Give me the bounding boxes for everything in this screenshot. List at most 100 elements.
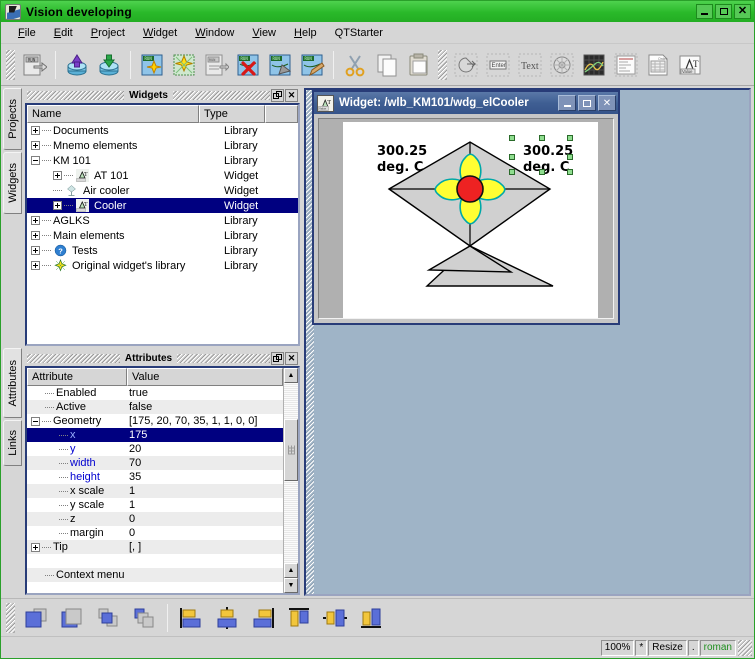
attribute-value[interactable]: 20: [127, 443, 283, 455]
save-to-db-icon[interactable]: [94, 50, 124, 80]
delete-widget-icon[interactable]: RUN: [233, 50, 263, 80]
new-project-icon[interactable]: RUN: [19, 50, 49, 80]
document-element-icon[interactable]: Order: [643, 50, 673, 80]
status-font[interactable]: roman: [700, 640, 736, 656]
temperature-label-right[interactable]: 300.25 deg. C: [523, 144, 573, 177]
tree-expander[interactable]: [31, 246, 40, 255]
scroll-thumb[interactable]: [284, 419, 298, 481]
tree-row[interactable]: DocumentsLibrary: [27, 123, 298, 138]
align-bottom-icon[interactable]: [354, 603, 388, 633]
column-header-attribute[interactable]: Attribute: [27, 368, 127, 386]
align-right-icon[interactable]: [246, 603, 280, 633]
attribute-row[interactable]: x scale1: [27, 484, 283, 498]
undock-button[interactable]: [271, 352, 284, 365]
sidebar-item-widgets[interactable]: Widgets: [3, 152, 22, 214]
attribute-value[interactable]: [, ]: [127, 541, 283, 553]
close-button[interactable]: ✕: [734, 4, 751, 19]
maximize-button[interactable]: [715, 4, 732, 19]
bring-to-front-icon[interactable]: [19, 603, 53, 633]
tree-row[interactable]: Original widget's libraryLibrary: [27, 258, 298, 273]
copy-icon[interactable]: [372, 50, 402, 80]
shape-elfigure-icon[interactable]: [451, 50, 481, 80]
menu-window[interactable]: Window: [186, 25, 243, 41]
close-button[interactable]: ✕: [285, 89, 298, 102]
resize-handle-n[interactable]: [539, 135, 545, 141]
attribute-row[interactable]: [27, 554, 283, 568]
attribute-row[interactable]: y scale1: [27, 498, 283, 512]
protocol-element-icon[interactable]: [611, 50, 641, 80]
library-properties-icon[interactable]: RUN: [201, 50, 231, 80]
attribute-row[interactable]: margin0: [27, 526, 283, 540]
resize-grip-icon[interactable]: [738, 640, 752, 656]
menu-edit[interactable]: Edit: [45, 25, 82, 41]
raise-icon[interactable]: [91, 603, 125, 633]
widgets-tree[interactable]: DocumentsLibraryMnemo elementsLibraryKM …: [27, 123, 298, 344]
attribute-row[interactable]: Tip[, ]: [27, 540, 283, 554]
form-element-icon[interactable]: Enter: [483, 50, 513, 80]
menu-view[interactable]: View: [243, 25, 285, 41]
tree-row[interactable]: TAT 101Widget: [27, 168, 298, 183]
sidebar-item-projects[interactable]: Projects: [3, 88, 22, 150]
attribute-row[interactable]: x175: [27, 428, 283, 442]
tree-row[interactable]: TCoolerWidget: [27, 198, 298, 213]
value-element-icon[interactable]: T Value: [675, 50, 705, 80]
menu-qtstarter[interactable]: QTStarter: [326, 25, 392, 41]
scroll-down-button[interactable]: ▼: [284, 578, 298, 593]
attribute-value[interactable]: 0: [127, 513, 283, 525]
minimize-button[interactable]: [558, 95, 576, 111]
resize-handle-e[interactable]: [567, 154, 573, 160]
tree-row[interactable]: Main elementsLibrary: [27, 228, 298, 243]
attribute-value[interactable]: false: [127, 401, 283, 413]
widget-link-icon[interactable]: RUN: [297, 50, 327, 80]
toolbar-grip[interactable]: [6, 50, 15, 80]
widget-editor-body[interactable]: 300.25 deg. C 300.25 deg. C: [318, 118, 614, 319]
attributes-table[interactable]: EnabledtrueActivefalseGeometry[175, 20, …: [27, 386, 283, 593]
tree-expander[interactable]: [31, 417, 40, 426]
attribute-row[interactable]: height35: [27, 470, 283, 484]
widget-canvas[interactable]: 300.25 deg. C 300.25 deg. C: [343, 122, 598, 318]
tree-row[interactable]: Air coolerWidget: [27, 183, 298, 198]
column-header-value[interactable]: Value: [127, 368, 283, 386]
close-button[interactable]: ✕: [285, 352, 298, 365]
bottom-toolbar-grip[interactable]: [6, 603, 15, 633]
sidebar-item-attributes[interactable]: Attributes: [3, 348, 22, 418]
attribute-value[interactable]: 35: [127, 471, 283, 483]
resize-handle-ne[interactable]: [567, 135, 573, 141]
attribute-row[interactable]: Geometry[175, 20, 70, 35, 1, 1, 0, 0]: [27, 414, 283, 428]
resize-handle-s[interactable]: [539, 169, 545, 175]
minimize-button[interactable]: [696, 4, 713, 19]
attribute-row[interactable]: y20: [27, 442, 283, 456]
media-element-icon[interactable]: [547, 50, 577, 80]
tree-row[interactable]: Mnemo elementsLibrary: [27, 138, 298, 153]
scroll-track[interactable]: [284, 383, 298, 563]
tree-expander[interactable]: [31, 216, 40, 225]
attribute-value[interactable]: 70: [127, 457, 283, 469]
tree-row[interactable]: KM 101Library: [27, 153, 298, 168]
diagram-element-icon[interactable]: [579, 50, 609, 80]
tree-expander[interactable]: [53, 171, 62, 180]
scroll-up-button[interactable]: ▲: [284, 368, 298, 383]
menu-widget[interactable]: Widget: [134, 25, 186, 41]
widget-editor-window[interactable]: T Value Widget: /wlb_KM101/wdg_elCooler …: [312, 90, 620, 325]
new-library-icon[interactable]: RUN: [137, 50, 167, 80]
menu-project[interactable]: Project: [82, 25, 134, 41]
attribute-value[interactable]: 1: [127, 499, 283, 511]
temperature-label-left[interactable]: 300.25 deg. C: [377, 144, 427, 177]
scroll-down-button-upper[interactable]: ▲: [284, 563, 298, 578]
load-from-db-icon[interactable]: [62, 50, 92, 80]
resize-handle-sw[interactable]: [509, 169, 515, 175]
tree-row[interactable]: AGLKSLibrary: [27, 213, 298, 228]
tree-expander[interactable]: [31, 156, 40, 165]
attribute-value[interactable]: 175: [127, 429, 283, 441]
align-top-icon[interactable]: [282, 603, 316, 633]
mdi-workspace[interactable]: T Value Widget: /wlb_KM101/wdg_elCooler …: [304, 88, 751, 596]
align-center-horizontal-icon[interactable]: [318, 603, 352, 633]
attribute-row[interactable]: z0: [27, 512, 283, 526]
tree-row[interactable]: ?TestsLibrary: [27, 243, 298, 258]
attribute-row[interactable]: Enabledtrue: [27, 386, 283, 400]
maximize-button[interactable]: [578, 95, 596, 111]
sidebar-item-links[interactable]: Links: [3, 420, 22, 466]
menu-file[interactable]: File: [9, 25, 45, 41]
new-widget-icon[interactable]: [169, 50, 199, 80]
attributes-vertical-scrollbar[interactable]: ▲ ▲ ▼: [283, 368, 298, 593]
